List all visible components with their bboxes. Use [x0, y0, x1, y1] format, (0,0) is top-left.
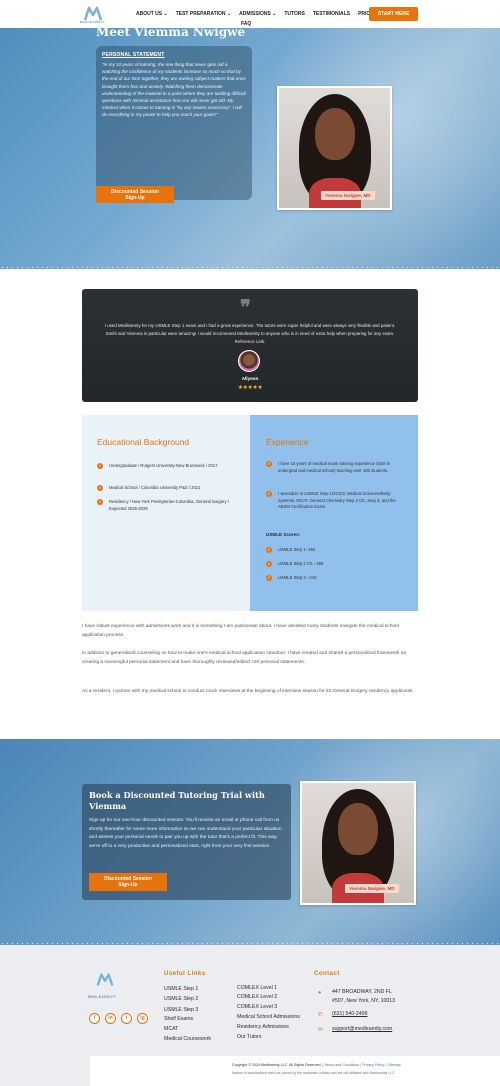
check-icon: ✓: [266, 461, 272, 467]
address-line: #507, New York, NY, 10013: [332, 998, 396, 1004]
reviewer-avatar: [238, 350, 260, 372]
check-icon: ✓: [97, 463, 103, 469]
nav-about-us[interactable]: ABOUT US ⌄: [136, 11, 168, 17]
nav-testimonials[interactable]: TESTIMONIALS: [313, 11, 350, 17]
bio-paragraph: In addition to generalized counseling on…: [82, 651, 407, 665]
personal-statement-text: “In my 10 years of tutoring, the one thi…: [102, 62, 246, 118]
score-item: USMLE Step 3 - 243: [278, 575, 317, 580]
bio-paragraph: As a resident, I partner with my medical…: [82, 689, 414, 694]
nav-tutors[interactable]: TUTORS: [284, 11, 304, 17]
cta-label-line2: Sign-Up: [118, 882, 138, 888]
medlearnity-logo-icon[interactable]: [95, 970, 115, 990]
twitter-icon[interactable]: t: [121, 1013, 132, 1024]
email-icon: ✉: [318, 1027, 323, 1033]
personal-statement-heading: PERSONAL STATEMENT: [102, 52, 165, 58]
education-item: Residency / New York Presbyterian-Columb…: [109, 499, 229, 511]
phone-link[interactable]: (631) 540-2499: [332, 1011, 367, 1017]
footer-link[interactable]: COMLEX Level 2: [237, 994, 277, 1000]
experience-item: I specialize in USMLE Step 1/2CK/3, Medi…: [278, 491, 396, 510]
footer-link[interactable]: Our Tutors: [237, 1034, 262, 1040]
check-icon: ✓: [266, 561, 272, 567]
personal-statement-box: PERSONAL STATEMENT “In my 10 years of tu…: [96, 46, 252, 200]
contact-heading: Contact: [314, 971, 340, 977]
tutor-name-tag: Viemma Nwigwe, MD: [345, 884, 399, 893]
check-icon: ✓: [266, 491, 272, 497]
facebook-icon[interactable]: f: [89, 1013, 100, 1024]
footer-link[interactable]: COMLEX Level 1: [237, 985, 277, 991]
footer-link[interactable]: Medical Coursework: [164, 1036, 211, 1042]
check-icon: ✓: [97, 485, 103, 491]
main-nav: ABOUT US ⌄ TEST PREPARATION ⌄ ADMISSIONS…: [136, 11, 379, 17]
scores-heading: USMLE Scores:: [266, 532, 301, 537]
education-item: Medical School / Columbia University P&S…: [109, 485, 201, 490]
check-icon: ✓: [266, 575, 272, 581]
discounted-session-button-2[interactable]: Discounted Session Sign-Up: [89, 873, 167, 891]
footer-link[interactable]: Shelf Exams: [164, 1016, 193, 1022]
instagram-icon[interactable]: ig: [137, 1013, 148, 1024]
nav-admissions[interactable]: ADMISSIONS ⌄: [239, 11, 276, 17]
nav-test-preparation[interactable]: TEST PREPARATION ⌄: [176, 11, 231, 17]
footer-link[interactable]: Residency Admissions: [237, 1024, 289, 1030]
legal-links[interactable]: Terms and Conditions | Privacy Policy | …: [323, 1063, 400, 1067]
footer-link[interactable]: MCAT: [164, 1026, 178, 1032]
linkedin-icon[interactable]: in: [105, 1013, 116, 1024]
experience-item: I have 10 years of medical exam tutoring…: [278, 461, 391, 473]
footer-link[interactable]: USMLE Step 2: [164, 996, 198, 1002]
book-trial-text: Sign up for our one-hour discounted sess…: [89, 818, 282, 849]
dotted-divider: [0, 266, 500, 269]
email-link[interactable]: support@medlearnity.com: [332, 1026, 392, 1032]
tutor-portrait-image: [279, 88, 390, 208]
footer-link[interactable]: Medical School Admissions: [237, 1014, 300, 1020]
check-icon: ✓: [266, 547, 272, 553]
book-trial-title: Book a Discounted Tutoring Trial with Vi…: [89, 790, 265, 811]
footer-link[interactable]: USMLE Step 3: [164, 1007, 198, 1013]
useful-links-heading: Useful Links: [164, 971, 206, 977]
score-item: USMLE Step 2 CK - 269: [278, 561, 324, 566]
education-title: Educational Background: [97, 437, 190, 447]
bio-paragraph: I have robust experience with admissions…: [82, 624, 399, 638]
discounted-session-button[interactable]: Discounted Session Sign-Up: [96, 186, 174, 203]
copyright-notice: Copyright © 2024 Medlearnity LLC. All Ri…: [232, 1063, 324, 1067]
reviewer-name: Allyson: [241, 376, 259, 381]
quote-icon: ❞: [240, 295, 251, 319]
education-item: Undergraduate / Rutgers University-New B…: [109, 463, 218, 468]
check-icon: ✓: [97, 499, 103, 505]
page-title: Meet Viemma Nwigwe: [96, 25, 246, 39]
testimonial-text: I used Medlearnity for my USMLE Step 1 e…: [104, 323, 396, 344]
score-item: USMLE Step 1- 264: [278, 547, 316, 552]
tutor-name-tag: Viemma Nwigwe, MD: [321, 191, 375, 200]
experience-title: Experience: [266, 437, 309, 447]
logo-text: MEDLEARNITY: [80, 20, 105, 24]
trademark-disclaimer: Names of standardized tests are owned by…: [232, 1071, 396, 1075]
cta-label-line2: Sign-Up: [125, 194, 145, 201]
location-icon: ●: [318, 990, 322, 996]
footer-logo-text: MEDLEARNITY: [88, 995, 116, 999]
footer-link[interactable]: COMLEX Level 3: [237, 1004, 277, 1010]
phone-icon: ✆: [318, 1012, 323, 1018]
site-header: MEDLEARNITY ABOUT US ⌄ TEST PREPARATION …: [0, 0, 500, 28]
footer-link[interactable]: USMLE Step 1: [164, 986, 198, 992]
start-here-button[interactable]: START HERE: [369, 7, 418, 21]
address-line: 447 BROADWAY, 2ND FL: [332, 989, 392, 995]
star-rating: ★★★★★: [237, 385, 263, 391]
copyright-text: Copyright © 2024 Medlearnity LLC. All Ri…: [232, 1063, 401, 1067]
